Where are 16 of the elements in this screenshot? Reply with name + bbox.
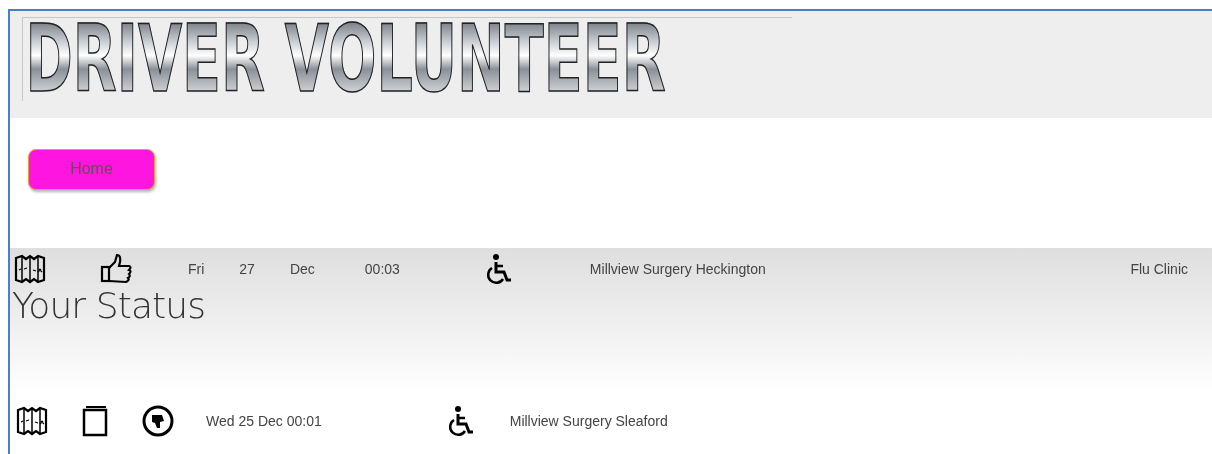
job-month: Dec — [289, 259, 315, 279]
map-icon[interactable] — [16, 406, 48, 436]
home-button[interactable]: Home — [28, 148, 155, 190]
job-type: Flu Clinic — [1130, 259, 1188, 279]
job-time: 00:03 — [364, 259, 400, 279]
job-day: Fri — [188, 258, 205, 280]
job-location: Millview Surgery Heckington — [589, 259, 766, 279]
thumbs-down-icon[interactable] — [142, 405, 174, 437]
status-datetime: Wed 25 Dec 00:01 — [206, 411, 322, 431]
status-location: Millview Surgery Sleaford — [509, 411, 668, 431]
thumbs-up-icon[interactable] — [100, 253, 134, 285]
map-icon[interactable] — [14, 254, 46, 284]
job-date: 27 — [239, 259, 255, 279]
section-heading: Your Status — [12, 288, 207, 324]
wheelchair-icon — [485, 253, 512, 285]
wheelchair-icon — [447, 405, 474, 437]
